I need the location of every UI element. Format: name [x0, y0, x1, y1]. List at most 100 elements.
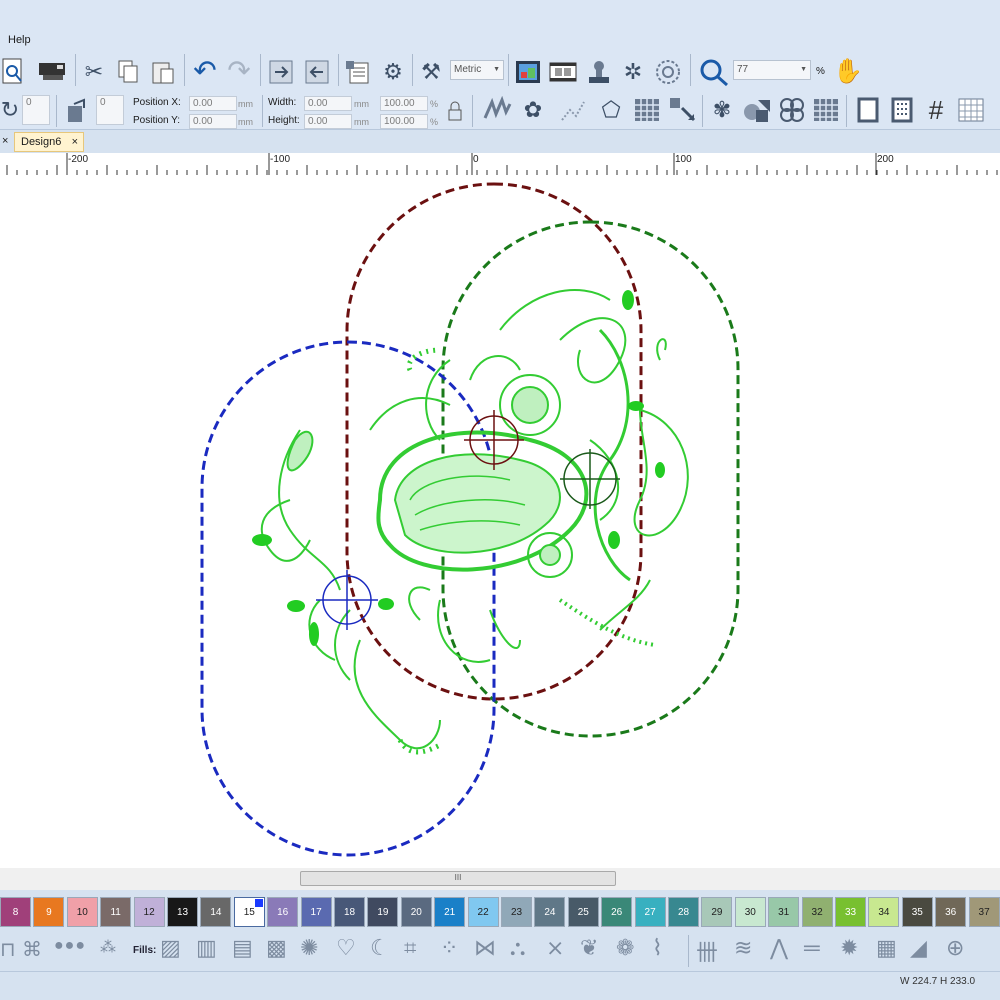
- color-swatch-14[interactable]: 14: [200, 897, 232, 927]
- color-swatch-23[interactable]: 23: [501, 897, 532, 927]
- close-panel-icon[interactable]: ×: [2, 135, 8, 147]
- color-swatch-24[interactable]: 24: [534, 897, 566, 927]
- undo-icon[interactable]: ↶: [190, 56, 220, 86]
- width-percent-input[interactable]: 100.00: [380, 96, 428, 111]
- fill-lines-icon[interactable]: ═: [804, 935, 820, 961]
- fill-knot-icon[interactable]: ⌗: [404, 935, 416, 961]
- applique-flower-icon[interactable]: ✾: [706, 95, 738, 125]
- hoop-icon[interactable]: [652, 58, 684, 86]
- color-swatch-27[interactable]: 27: [634, 897, 666, 927]
- design-properties-icon[interactable]: [342, 58, 374, 86]
- redo-icon[interactable]: ↷: [224, 56, 254, 86]
- flower-stitch-icon[interactable]: ✿: [516, 95, 550, 125]
- color-swatch-36[interactable]: 36: [935, 897, 967, 927]
- color-swatch-11[interactable]: 11: [100, 897, 132, 927]
- color-swatch-34[interactable]: 34: [868, 897, 900, 927]
- fill-diagonal-icon[interactable]: ▨: [160, 935, 181, 961]
- design-artwork[interactable]: [0, 175, 1000, 870]
- color-swatch-10[interactable]: 10: [66, 897, 98, 927]
- color-swatch-21[interactable]: 21: [434, 897, 466, 927]
- select-arrow-icon[interactable]: [666, 95, 700, 125]
- fill-peak-icon[interactable]: ⋀: [770, 935, 788, 961]
- crosshair-blue[interactable]: [316, 570, 378, 630]
- show-picture-icon[interactable]: [513, 58, 543, 86]
- color-swatch-30[interactable]: 30: [734, 897, 766, 927]
- import-design-icon[interactable]: [266, 58, 296, 86]
- color-swatch-37[interactable]: 37: [968, 897, 1000, 927]
- fill-chevron-icon[interactable]: ▦: [876, 935, 897, 961]
- color-swatch-26[interactable]: 26: [601, 897, 633, 927]
- horizontal-scrollbar[interactable]: III: [0, 868, 1000, 890]
- settings-gear-icon[interactable]: ⚙: [378, 58, 408, 86]
- color-swatch-35[interactable]: 35: [901, 897, 933, 927]
- fill-swirl-icon[interactable]: ❁: [616, 935, 634, 961]
- color-swatch-8[interactable]: 8: [0, 897, 31, 927]
- color-swatch-19[interactable]: 19: [367, 897, 399, 927]
- film-strip-icon[interactable]: [548, 58, 578, 86]
- color-swatch-33[interactable]: 33: [835, 897, 866, 927]
- grid-fill-icon[interactable]: [630, 95, 664, 125]
- slant-angle-field[interactable]: 0: [96, 95, 124, 125]
- copy-icon[interactable]: [114, 58, 142, 86]
- color-swatch-9[interactable]: 9: [33, 897, 65, 927]
- rotate-angle-field[interactable]: 0: [22, 95, 50, 125]
- table-grid-icon[interactable]: [954, 95, 988, 125]
- fill-globe-icon[interactable]: ⊕: [946, 935, 964, 961]
- stamp-icon[interactable]: [584, 58, 614, 86]
- lock-proportions-icon[interactable]: [444, 99, 466, 123]
- cut-icon[interactable]: ✂: [80, 58, 108, 86]
- hoop-outline-blue[interactable]: [200, 340, 496, 857]
- fill-arcs-icon[interactable]: ☾: [370, 935, 390, 961]
- paste-icon[interactable]: [148, 58, 178, 86]
- polygon-fill-icon[interactable]: ⬠: [594, 95, 628, 125]
- tab-close-icon[interactable]: ×: [72, 133, 78, 151]
- design-canvas[interactable]: [0, 175, 1000, 870]
- color-swatch-28[interactable]: 28: [668, 897, 699, 927]
- frame-icon[interactable]: [852, 95, 884, 125]
- fill-wave-icon[interactable]: ▩: [266, 935, 287, 961]
- fill-heart-icon[interactable]: ♡: [336, 935, 356, 961]
- fill-ladder-icon[interactable]: 卌: [696, 935, 718, 967]
- pan-hand-icon[interactable]: ✋: [832, 56, 864, 88]
- shapes-icon[interactable]: [740, 95, 774, 125]
- fill-vertical-icon[interactable]: ▥: [196, 935, 217, 961]
- height-percent-input[interactable]: 100.00: [380, 114, 428, 129]
- scatter-stitch-icon[interactable]: [556, 95, 590, 125]
- fill-zigzag-icon[interactable]: ⌇: [652, 935, 663, 961]
- color-swatch-20[interactable]: 20: [400, 897, 432, 927]
- fill-cross-icon[interactable]: ⨯: [546, 935, 564, 961]
- export-design-icon[interactable]: [302, 58, 332, 86]
- fill-star-icon[interactable]: ✹: [840, 935, 858, 961]
- tab-design6[interactable]: Design6 ×: [14, 132, 84, 152]
- frame-dots-icon[interactable]: [886, 95, 918, 125]
- color-swatch-18[interactable]: 18: [334, 897, 365, 927]
- color-swatch-29[interactable]: 29: [701, 897, 733, 927]
- send-to-machine-icon[interactable]: [36, 58, 70, 84]
- color-swatch-16[interactable]: 16: [267, 897, 299, 927]
- tools-icon[interactable]: ⚒: [416, 58, 446, 86]
- units-select[interactable]: Metric ▼: [450, 60, 504, 80]
- fill-leaf-icon[interactable]: ❦: [580, 935, 598, 961]
- fill-lattice-icon[interactable]: ⋈: [474, 935, 496, 961]
- width-input[interactable]: 0.00: [304, 96, 352, 111]
- zoom-select[interactable]: 77 ▼: [733, 60, 811, 80]
- dotted-border-icon[interactable]: ●●●: [54, 937, 86, 955]
- height-input[interactable]: 0.00: [304, 114, 352, 129]
- pinwheel-icon[interactable]: ✲: [618, 58, 648, 86]
- fill-slant-icon[interactable]: ≋: [734, 935, 752, 961]
- position-y-input[interactable]: 0.00: [189, 114, 237, 129]
- fill-bars-icon[interactable]: ▤: [232, 935, 253, 961]
- print-preview-icon[interactable]: [0, 56, 26, 86]
- color-swatch-31[interactable]: 31: [768, 897, 800, 927]
- color-swatch-32[interactable]: 32: [801, 897, 833, 927]
- rotate-icon[interactable]: ↻: [0, 97, 20, 123]
- zoom-icon[interactable]: [696, 56, 732, 88]
- fill-triangles-icon[interactable]: ⛬: [510, 935, 525, 961]
- scrollbar-thumb[interactable]: III: [300, 871, 616, 886]
- color-swatch-15[interactable]: 15: [233, 897, 265, 927]
- fill-dots-icon[interactable]: ⁘: [440, 935, 458, 961]
- outline-shape-icon[interactable]: ⊓: [0, 937, 16, 962]
- satin-border-icon[interactable]: ⌘: [22, 937, 42, 962]
- fill-flower-icon[interactable]: ✺: [300, 935, 318, 961]
- color-swatch-13[interactable]: 13: [167, 897, 198, 927]
